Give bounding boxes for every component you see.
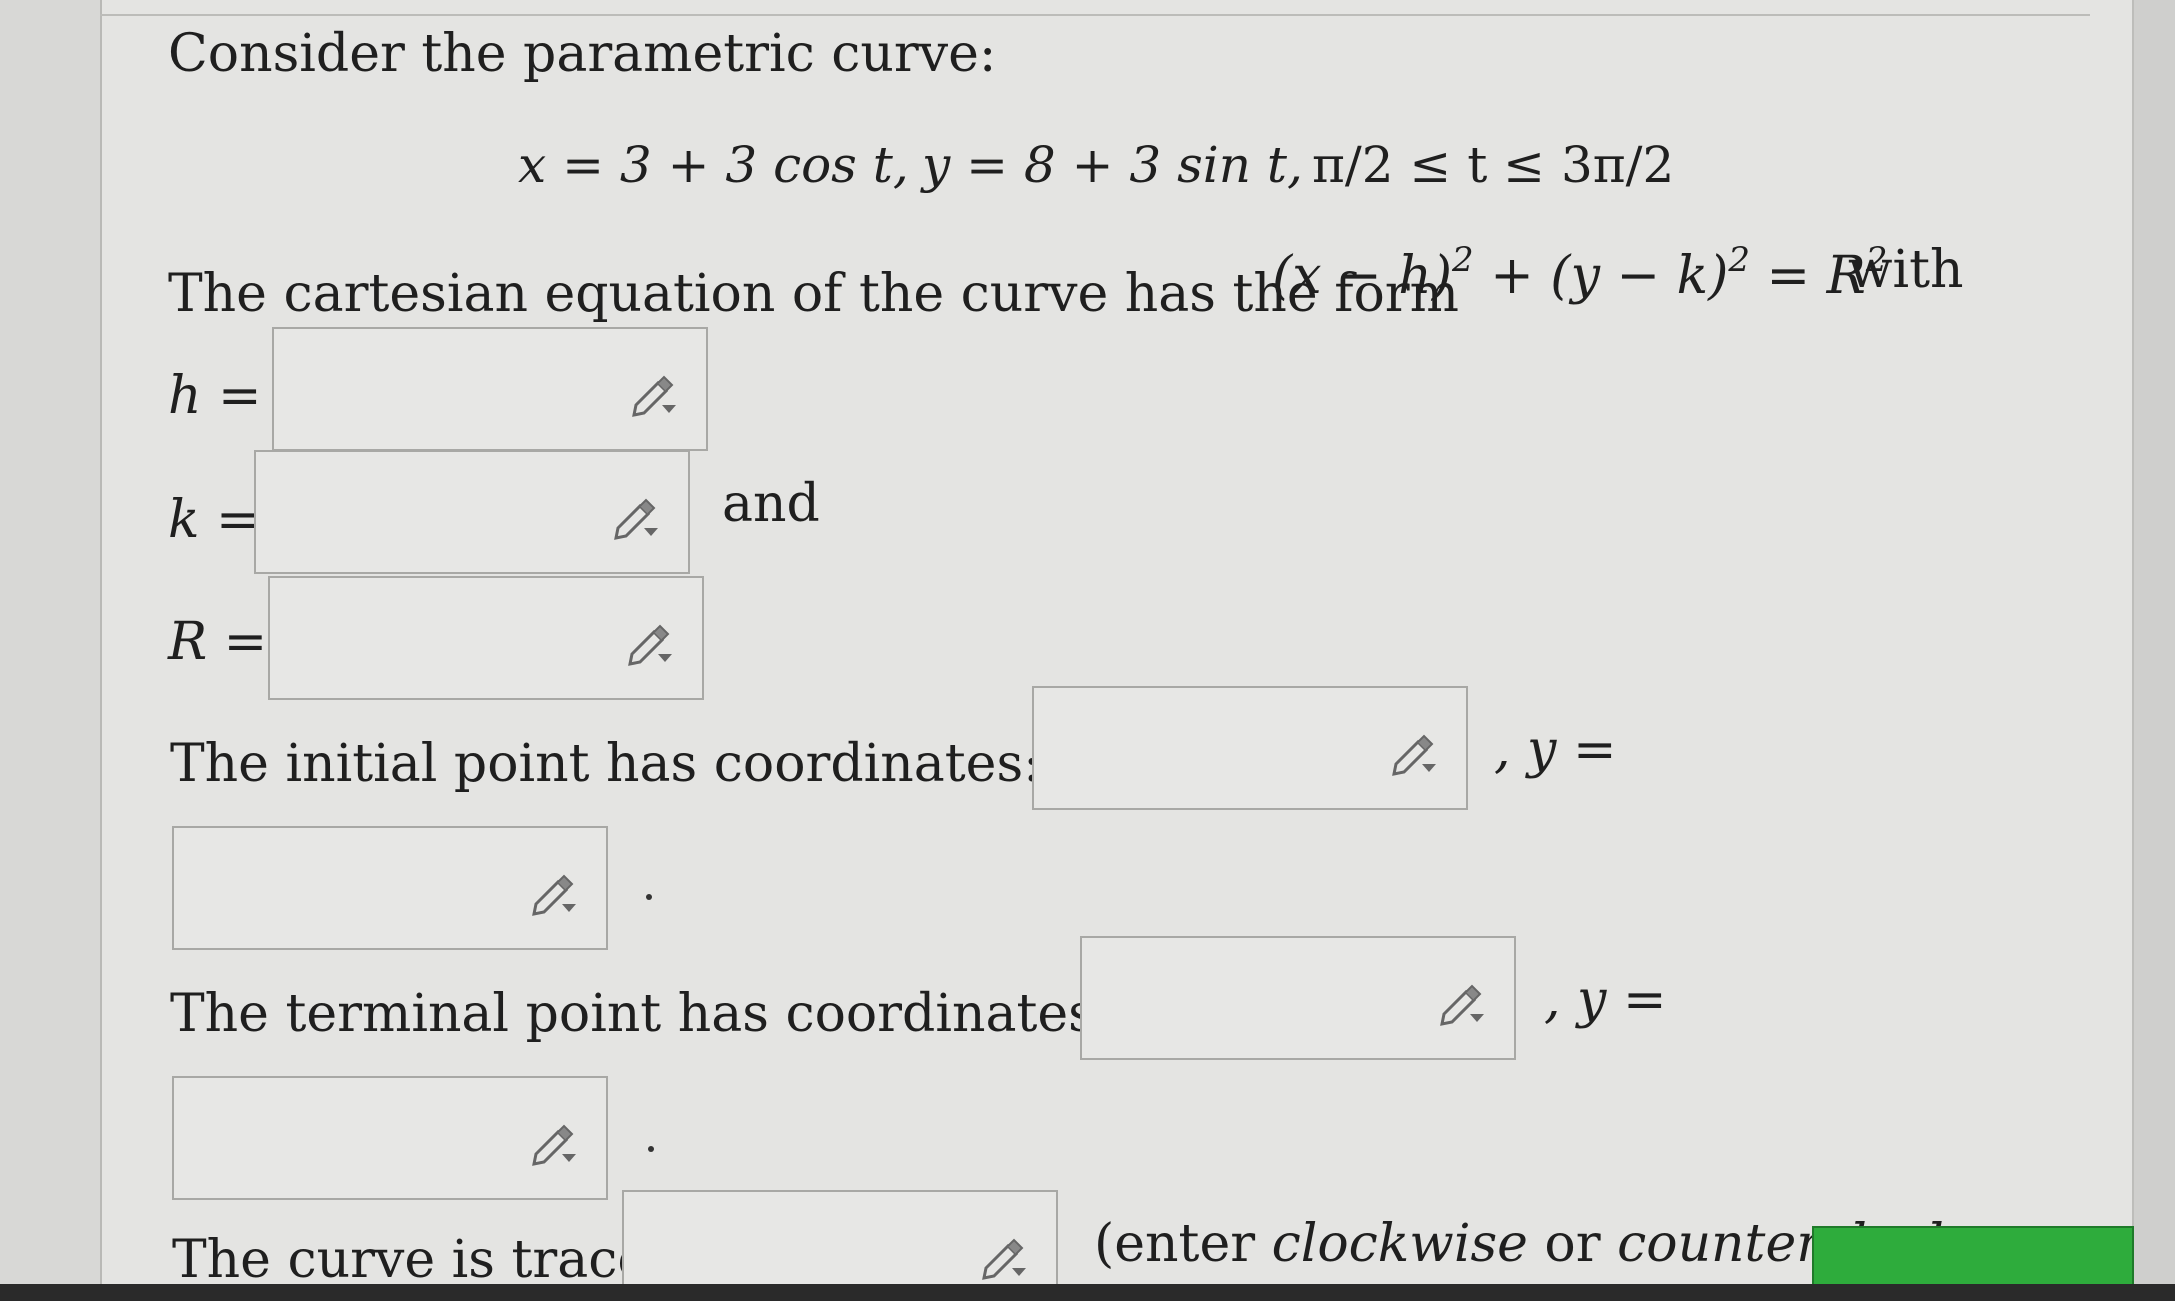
terminal-y-label: , y = (1544, 970, 1667, 1030)
equation-x: x = 3 + 3 cos t, (518, 136, 909, 194)
pencil-dropdown-icon[interactable] (528, 1114, 580, 1166)
pencil-dropdown-icon[interactable] (624, 614, 676, 666)
pencil-dropdown-icon[interactable] (628, 365, 680, 417)
pencil-dropdown-icon[interactable] (1388, 724, 1440, 776)
label-R: R = (168, 612, 268, 672)
period-dot (646, 894, 652, 900)
terminal-y-input[interactable] (172, 1076, 608, 1200)
k-input[interactable] (254, 450, 690, 574)
initial-y-input[interactable] (172, 826, 608, 950)
terminal-x-input[interactable] (1080, 936, 1516, 1060)
card-top-border (100, 0, 2090, 16)
initial-point-label: The initial point has coordinates: x = (170, 734, 1147, 794)
initial-x-input[interactable] (1032, 686, 1468, 810)
pencil-dropdown-icon[interactable] (1436, 974, 1488, 1026)
terminal-point-label: The terminal point has coordinates: x = (170, 984, 1218, 1044)
initial-y-label: , y = (1494, 720, 1617, 780)
background-left (0, 0, 100, 1301)
h-input[interactable] (272, 327, 708, 451)
label-k: k = (168, 490, 260, 550)
cartesian-formula: (x − h)2 + (y − k)2 = R2 (1272, 240, 1888, 306)
period-dot (648, 1146, 654, 1152)
equation-y: y = 8 + 3 sin t, (922, 136, 1303, 194)
cartesian-suffix: with (1848, 240, 1964, 300)
pencil-dropdown-icon[interactable] (528, 864, 580, 916)
intro-text: Consider the parametric curve: (168, 24, 997, 84)
cartesian-prefix: The cartesian equation of the curve has … (168, 264, 1459, 324)
bottom-edge (0, 1284, 2175, 1301)
R-input[interactable] (268, 576, 704, 700)
label-h: h = (168, 366, 262, 426)
pencil-dropdown-icon[interactable] (610, 488, 662, 540)
equation-range: π/2 ≤ t ≤ 3π/2 (1312, 136, 1675, 194)
traced-label: The curve is traced (172, 1230, 682, 1290)
pencil-dropdown-icon[interactable] (978, 1228, 1030, 1280)
and-text: and (722, 474, 820, 534)
